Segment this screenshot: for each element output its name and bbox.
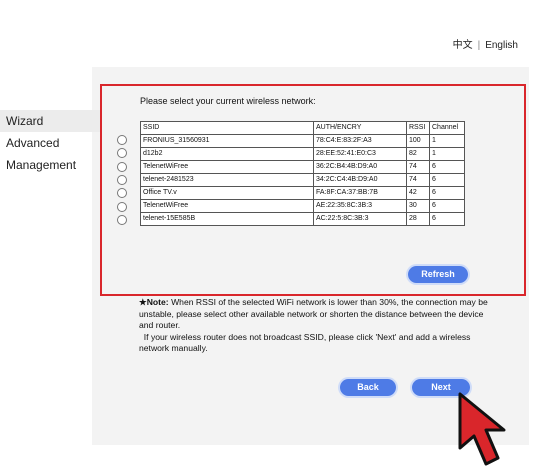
cell-rssi: 82	[406, 147, 430, 161]
cell-auth: AC:22:5:8C:3B:3	[313, 212, 407, 226]
sidebar-item-management[interactable]: Management	[0, 154, 100, 176]
table-row[interactable]: Office TV.v FA:8F:CA:37:BB:7B 42 6	[140, 186, 465, 200]
table-row[interactable]: d12b2 28:EE:52:41:E0:C3 82 1	[140, 147, 465, 161]
cell-ssid: Office TV.v	[140, 186, 314, 200]
cell-rssi: 100	[406, 134, 430, 148]
language-switcher: 中文 | English	[453, 36, 518, 51]
network-radio[interactable]	[117, 214, 127, 225]
sidebar-item-label: Wizard	[6, 114, 44, 128]
cell-channel: 6	[429, 160, 465, 174]
table-row[interactable]: TelenetWiFree 36:2C:B4:4B:D9:A0 74 6	[140, 160, 465, 174]
network-radio[interactable]	[117, 174, 127, 185]
note-text: ★Note: When RSSI of the selected WiFi ne…	[139, 297, 499, 355]
cell-ssid: TelenetWiFree	[140, 160, 314, 174]
network-radio[interactable]	[117, 148, 127, 159]
cell-auth: 34:2C:C4:4B:D9:A0	[313, 173, 407, 187]
table-row[interactable]: telenet-15E585B AC:22:5:8C:3B:3 28 6	[140, 212, 465, 226]
sidebar-item-label: Advanced	[6, 136, 60, 150]
cell-rssi: 30	[406, 199, 430, 213]
column-header-auth: AUTH/ENCRY	[313, 121, 407, 135]
network-table-scroll[interactable]: SSID AUTH/ENCRY RSSI Channel FRONIUS_315…	[140, 121, 478, 263]
cell-rssi: 74	[406, 160, 430, 174]
table-row[interactable]: telenet-2481523 34:2C:C4:4B:D9:A0 74 6	[140, 173, 465, 187]
column-header-ssid: SSID	[140, 121, 314, 135]
network-selection-box: Please select your current wireless netw…	[100, 84, 526, 296]
cell-auth: AE:22:35:8C:3B:3	[313, 199, 407, 213]
cell-channel: 6	[429, 199, 465, 213]
table-header-row: SSID AUTH/ENCRY RSSI Channel	[140, 121, 465, 135]
sidebar-item-wizard[interactable]: Wizard	[0, 110, 100, 132]
network-radio[interactable]	[117, 188, 127, 199]
lang-chinese-link[interactable]: 中文	[453, 40, 473, 51]
cell-channel: 1	[429, 147, 465, 161]
cell-auth: 36:2C:B4:4B:D9:A0	[313, 160, 407, 174]
network-radio[interactable]	[117, 135, 127, 145]
cell-ssid: telenet-2481523	[140, 173, 314, 187]
cell-auth: 78:C4:E:83:2F:A3	[313, 134, 407, 148]
note-line-2: If your wireless router does not broadca…	[139, 331, 471, 354]
table-row[interactable]: FRONIUS_31560931 78:C4:E:83:2F:A3 100 1	[140, 134, 465, 148]
select-network-prompt: Please select your current wireless netw…	[140, 96, 316, 106]
note-line-1: When RSSI of the selected WiFi network i…	[139, 297, 488, 330]
cell-rssi: 42	[406, 186, 430, 200]
cell-rssi: 28	[406, 212, 430, 226]
cell-ssid: FRONIUS_31560931	[140, 134, 314, 148]
cell-channel: 6	[429, 173, 465, 187]
lang-separator: |	[477, 40, 481, 51]
table-row[interactable]: TelenetWiFree AE:22:35:8C:3B:3 30 6	[140, 199, 465, 213]
network-table: SSID AUTH/ENCRY RSSI Channel FRONIUS_315…	[140, 121, 465, 226]
column-header-rssi: RSSI	[406, 121, 430, 135]
cell-auth: FA:8F:CA:37:BB:7B	[313, 186, 407, 200]
refresh-button[interactable]: Refresh	[408, 266, 468, 283]
cell-rssi: 74	[406, 173, 430, 187]
cell-ssid: TelenetWiFree	[140, 199, 314, 213]
note-title: ★Note:	[139, 297, 169, 307]
sidebar-item-advanced[interactable]: Advanced	[0, 132, 100, 154]
cell-ssid: telenet-15E585B	[140, 212, 314, 226]
lang-english-link[interactable]: English	[485, 40, 518, 51]
network-radio[interactable]	[117, 201, 127, 212]
cell-channel: 6	[429, 186, 465, 200]
mouse-cursor-icon	[458, 392, 506, 466]
cell-ssid: d12b2	[140, 147, 314, 161]
network-radio[interactable]	[117, 161, 127, 172]
cell-auth: 28:EE:52:41:E0:C3	[313, 147, 407, 161]
column-header-channel: Channel	[429, 121, 465, 135]
sidebar: Wizard Advanced Management	[0, 110, 100, 176]
cell-channel: 6	[429, 212, 465, 226]
sidebar-item-label: Management	[6, 158, 77, 172]
back-button[interactable]: Back	[340, 379, 396, 396]
cell-channel: 1	[429, 134, 465, 148]
